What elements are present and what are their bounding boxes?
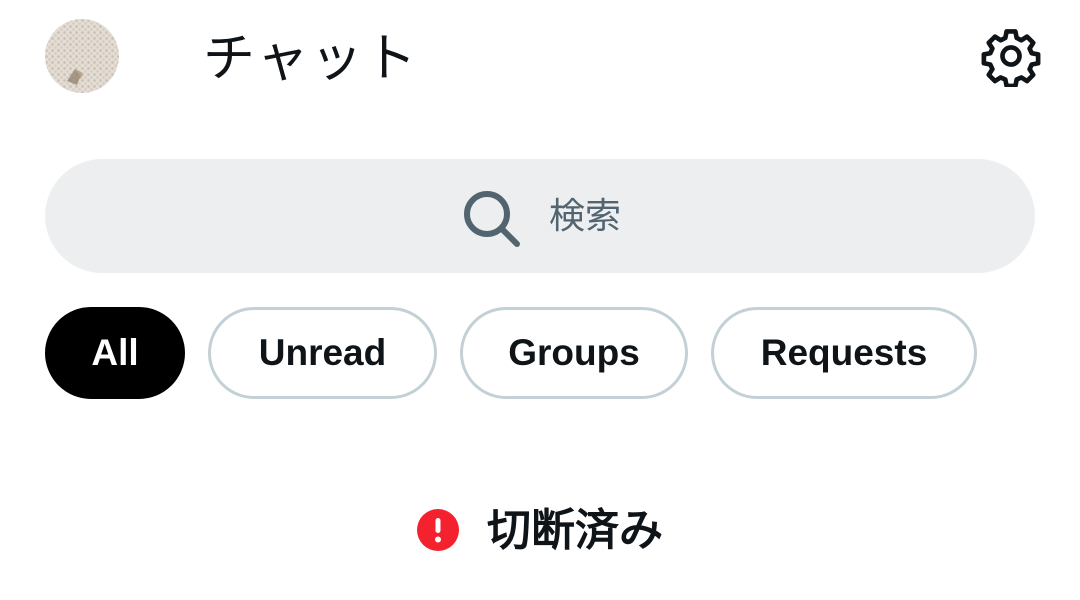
search-bar[interactable] [45, 159, 1035, 273]
filter-groups[interactable]: Groups [460, 307, 688, 399]
gear-icon [981, 29, 1041, 89]
alert-icon [417, 509, 459, 551]
status-text: 切断済み [487, 505, 663, 556]
profile-avatar[interactable] [45, 19, 119, 93]
chat-screen: チャット 検索 All Unread Groups Requests 切断済み [0, 0, 1080, 600]
search-icon [464, 191, 520, 247]
search-placeholder: 検索 [549, 196, 622, 237]
filter-unread[interactable]: Unread [208, 307, 437, 399]
filter-requests[interactable]: Requests [711, 307, 977, 399]
settings-button[interactable] [980, 25, 1042, 89]
avatar-image [45, 19, 119, 93]
page-title: チャット [203, 29, 419, 89]
filter-all[interactable]: All [45, 307, 185, 399]
